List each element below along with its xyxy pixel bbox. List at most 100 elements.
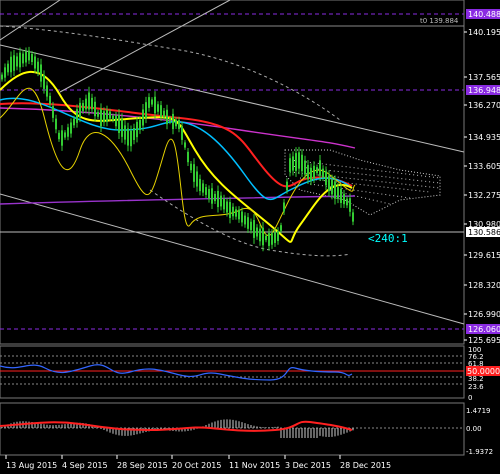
tag-level-top[interactable]: 140.488 xyxy=(466,9,500,19)
candle-body xyxy=(124,125,126,140)
candle-body xyxy=(166,109,168,125)
candle-body xyxy=(217,190,219,208)
rsi-tag-text: 50.0000 xyxy=(467,367,500,376)
candle-body xyxy=(283,202,285,212)
candle-body xyxy=(310,167,312,181)
candle-body xyxy=(151,99,153,105)
price-axis-label: 132.275 xyxy=(468,191,500,200)
candle-body xyxy=(190,163,192,171)
candle-body xyxy=(349,198,351,212)
candle-body xyxy=(247,217,249,229)
candle-body xyxy=(202,183,204,193)
candle-body xyxy=(139,119,141,131)
candle-body xyxy=(94,101,96,117)
price-axis-label: 136.270 xyxy=(468,101,500,110)
candle-body xyxy=(208,189,210,199)
candle-body xyxy=(340,188,342,204)
price-axis: 140.195 137.565 136.270 134.935 133.605 132.2… xyxy=(464,28,500,345)
candle-body xyxy=(7,63,9,73)
tag-level-mid-text: 136.948 xyxy=(468,86,500,95)
tag-level-mid[interactable]: 136.948 xyxy=(466,85,500,95)
price-axis-label: 125.695 xyxy=(468,336,500,345)
candle-body xyxy=(49,95,51,105)
candle-body xyxy=(76,109,78,123)
candle-body xyxy=(214,193,216,202)
price-axis-label: 128.320 xyxy=(468,281,500,290)
candle-body xyxy=(1,74,3,80)
candle-body xyxy=(229,202,231,218)
candle-body xyxy=(118,115,120,133)
price-axis-label: 126.990 xyxy=(468,310,500,319)
tag-current-price-text: 130.586 xyxy=(468,228,500,237)
candle-body xyxy=(184,142,186,148)
candle-body xyxy=(157,104,159,112)
candle-body xyxy=(304,160,306,175)
candle-body xyxy=(226,201,228,213)
candle-body xyxy=(163,110,165,118)
candle-body xyxy=(16,56,18,67)
candle-body xyxy=(262,227,264,246)
candle-body xyxy=(133,128,135,140)
time-axis-label: 20 Oct 2015 xyxy=(172,461,221,470)
candle-body xyxy=(10,56,12,73)
candle-body xyxy=(154,96,156,114)
time-axis-label: 28 Dec 2015 xyxy=(340,461,391,470)
candle-body xyxy=(181,126,183,140)
candle-body xyxy=(196,171,198,187)
candle-body xyxy=(40,64,42,82)
candle-body xyxy=(19,52,21,68)
candle-body xyxy=(319,160,321,176)
candle-body xyxy=(235,209,237,217)
rsi-axis-label: 23.6 xyxy=(468,383,484,391)
candle-body xyxy=(82,103,84,111)
macd-axis-label: -1.9372 xyxy=(466,448,493,456)
candle-body xyxy=(52,106,54,118)
macd-axis-label: 0.00 xyxy=(466,425,482,433)
tag-current-price[interactable]: 130.586 xyxy=(466,227,500,237)
candle-body xyxy=(352,212,354,222)
candle-body xyxy=(268,233,270,246)
candle-body xyxy=(13,55,15,71)
candle-body xyxy=(343,193,345,205)
candle-body xyxy=(334,181,336,199)
candle-body xyxy=(88,92,90,110)
candle-body xyxy=(298,152,300,169)
candle-body xyxy=(346,198,348,206)
candle-body xyxy=(25,51,27,63)
candle-body xyxy=(106,109,108,122)
candle-body xyxy=(46,85,48,97)
rsi-tag: 50.0000 xyxy=(466,366,500,376)
candle-body xyxy=(301,154,303,172)
candle-body xyxy=(28,50,30,61)
tag-level-bottom[interactable]: 126.060 xyxy=(466,324,500,334)
candle-body xyxy=(136,121,138,138)
candle-body xyxy=(148,97,150,108)
candle-body xyxy=(55,118,57,130)
candle-body xyxy=(22,53,24,64)
candle-body xyxy=(34,56,36,69)
candle-body xyxy=(223,198,225,210)
time-axis-label: 3 Dec 2015 xyxy=(285,461,331,470)
price-axis-label: 129.615 xyxy=(468,251,500,260)
candle-body xyxy=(64,132,66,138)
candle-body xyxy=(193,164,195,182)
candle-body xyxy=(91,97,93,110)
tag-level-bottom-text: 126.060 xyxy=(468,325,500,334)
candle-body xyxy=(244,215,246,225)
time-axis: 13 Aug 2015 4 Sep 2015 28 Sep 2015 20 Oct 2… xyxy=(5,455,391,470)
candle-body xyxy=(97,112,99,117)
main-price-panel[interactable] xyxy=(0,0,465,345)
price-axis-label: 133.605 xyxy=(468,162,500,171)
chart-window[interactable]: 140.195 137.565 136.270 134.935 133.605 132.2… xyxy=(0,0,500,474)
candle-body xyxy=(328,175,330,192)
chart-annotation[interactable]: <240:1 xyxy=(368,232,408,245)
candle-body xyxy=(172,113,174,130)
candle-body xyxy=(70,122,72,134)
candle-body xyxy=(31,54,33,62)
candle-body xyxy=(265,235,267,241)
candle-body xyxy=(145,102,147,118)
price-axis-label: 140.195 xyxy=(468,28,500,37)
candle-body xyxy=(130,130,132,147)
candle-body xyxy=(109,111,111,119)
candle-body xyxy=(112,115,114,121)
